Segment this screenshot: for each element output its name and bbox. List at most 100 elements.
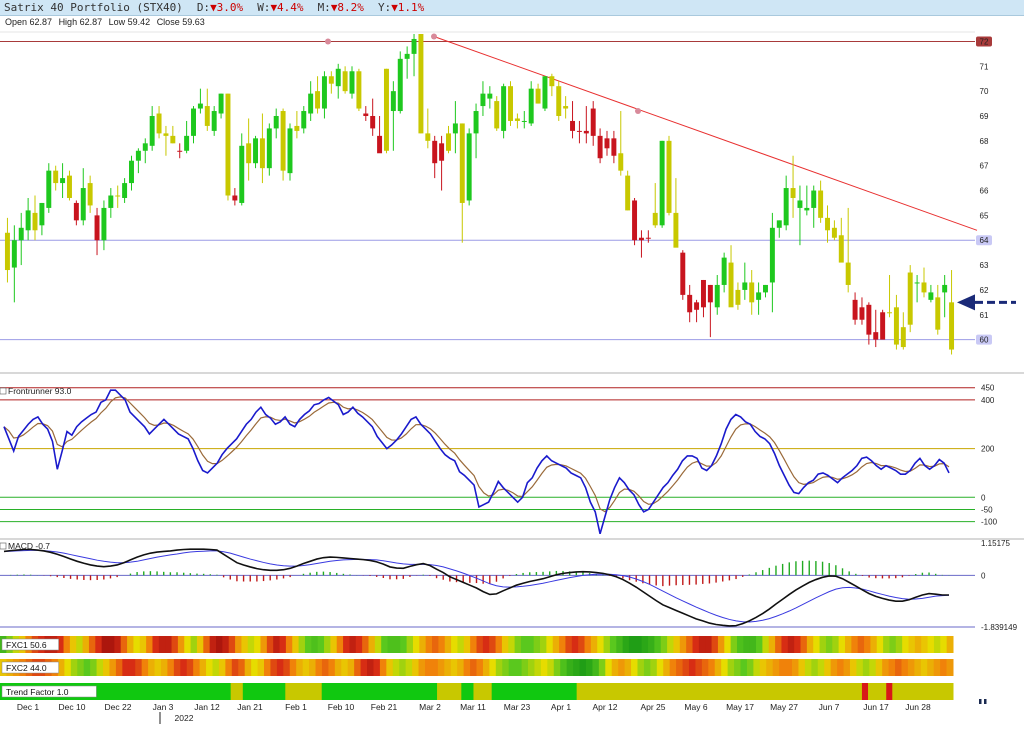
heatmap-cell (57, 659, 65, 676)
heatmap-cell (727, 659, 735, 676)
heatmap-cell (373, 659, 381, 676)
candle-body (266, 128, 272, 169)
candle-body (804, 207, 810, 211)
candle-body (880, 312, 886, 340)
candle-body (707, 284, 713, 303)
heatmap-cell (571, 636, 579, 653)
x-axis-label: Mar 2 (419, 702, 441, 712)
heatmap-cell (501, 636, 509, 653)
heatmap-cell (522, 683, 529, 700)
x-axis-label: Jun 17 (863, 702, 889, 712)
x-axis-label: Jan 3 (153, 702, 174, 712)
candle-body (632, 200, 638, 241)
candle-body (397, 58, 403, 112)
x-axis-label: Apr 25 (640, 702, 665, 712)
heatmap-cell (635, 636, 643, 653)
heatmap-cell (216, 636, 223, 653)
candle-body (432, 140, 438, 164)
heatmap-cell (855, 683, 863, 700)
heatmap-cell (291, 683, 298, 700)
heatmap-cell (461, 683, 468, 700)
heatmap-cell (70, 659, 78, 676)
heatmap-cell (940, 636, 948, 653)
heatmap-cell (667, 636, 674, 653)
heatmap-cell (862, 659, 870, 676)
heatmap-cell (360, 659, 368, 676)
heatmap-cell (946, 683, 954, 700)
candle-body (115, 195, 121, 197)
candle-body (818, 190, 824, 218)
heatmap-cell (654, 636, 662, 653)
price-tick-label: 70 (980, 87, 989, 96)
candle-body (866, 304, 872, 335)
heatmap-cell (770, 683, 778, 700)
heatmap-cell (631, 683, 638, 700)
heatmap-cell (273, 636, 281, 653)
heatmap-cell (851, 636, 859, 653)
heatmap-cell (254, 683, 262, 700)
candle-body (769, 227, 775, 283)
heatmap-cell (303, 683, 311, 700)
candle-body (797, 200, 803, 208)
heatmap-cell (352, 683, 359, 700)
heatmap-cell (406, 683, 414, 700)
heatmap-cell (631, 659, 638, 676)
heatmap-cell (527, 636, 535, 653)
heatmap-cell (547, 659, 555, 676)
heatmap-cell (883, 636, 890, 653)
heatmap-cell (882, 659, 890, 676)
stock-chart[interactable]: 72 71 70 69 68 67 66 65 64 63 62 61 60 450 400 200 0 -50 -… (0, 0, 1024, 735)
heatmap-cell (364, 683, 371, 700)
candle-body (259, 138, 265, 169)
heatmap-cell (443, 683, 450, 700)
heatmap-cell (628, 636, 636, 653)
heatmap-cell (781, 636, 789, 653)
candle-body (604, 138, 610, 149)
x-axis-label: Jun 28 (905, 702, 931, 712)
heatmap-cell (199, 659, 207, 676)
candle-body (935, 297, 941, 330)
candle-body (335, 68, 341, 87)
heatmap-cell (206, 683, 213, 700)
x-axis-label: Jun 7 (819, 702, 840, 712)
heatmap-cell (393, 636, 401, 653)
heatmap-cell (333, 683, 341, 700)
heatmap-cell (528, 683, 535, 700)
heatmap-cell (218, 659, 226, 676)
heatmap-cell (347, 659, 355, 676)
heatmap-cell (194, 683, 201, 700)
heatmap-cell (691, 683, 699, 700)
heatmap-cell (864, 636, 871, 653)
heatmap-cell (508, 636, 516, 653)
heatmap-cell (714, 659, 722, 676)
heatmap-cell (618, 659, 626, 676)
heatmap-cell (349, 636, 357, 653)
heatmap-cell (673, 683, 681, 700)
x-axis-label: Feb 1 (285, 702, 307, 712)
heatmap-cell (811, 659, 819, 676)
heatmap-cell (717, 636, 725, 653)
heatmap-cell (230, 683, 238, 700)
candle-body (694, 302, 700, 310)
heatmap-cell (267, 683, 274, 700)
heatmap-cell (151, 683, 159, 700)
heatmap-cell (553, 659, 561, 676)
heatmap-cell (795, 683, 802, 700)
frontrunner-level-label: -50 (981, 505, 993, 514)
heatmap-cell (559, 636, 566, 653)
heatmap-cell (673, 636, 681, 653)
heatmap-cell (552, 683, 559, 700)
heatmap-cell (624, 659, 632, 676)
candle-body (370, 115, 376, 129)
heatmap-cell (242, 683, 250, 700)
heatmap-cell (296, 659, 304, 676)
heatmap-cell (309, 683, 317, 700)
scroll-handle-icon (979, 699, 982, 704)
heatmap-row-label: FXC1 50.6 (6, 640, 47, 650)
heatmap-cell (330, 636, 338, 653)
heatmap-cell (260, 636, 268, 653)
heatmap-cell (856, 659, 864, 676)
heatmap-cell (97, 683, 104, 700)
heatmap-cell (193, 659, 201, 676)
heatmap-cell (244, 659, 252, 676)
